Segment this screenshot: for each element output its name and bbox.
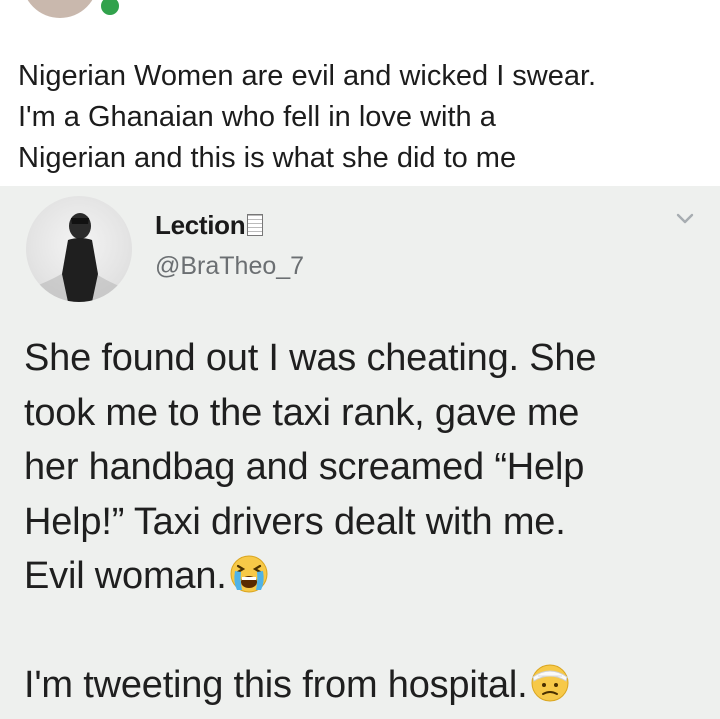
caption-line: Nigerian and this is what she did to me [18, 142, 517, 174]
tweet-handle[interactable]: @BraTheo_7 [155, 252, 304, 281]
tweet-line-with-emoji: I'm tweeting this from hospital. [24, 658, 714, 713]
face-with-head-bandage-icon [531, 664, 569, 702]
tweet-line: her handbag and screamed “Help [24, 446, 585, 488]
tweet-line: She found out I was cheating. She [24, 337, 597, 379]
tweet-avatar[interactable] [26, 196, 132, 302]
loudly-crying-face-icon [230, 555, 268, 593]
online-status-icon [98, 0, 122, 18]
caption-line: Nigerian Women are evil and wicked I swe… [18, 60, 597, 92]
poster-avatar[interactable] [22, 0, 98, 18]
missing-glyph-icon [247, 214, 264, 236]
caption-line: I'm a Ghanaian who fell in love with a [18, 101, 496, 133]
post-caption: Nigerian Women are evil and wicked I swe… [18, 56, 708, 179]
tweet-line: took me to the taxi rank, gave me [24, 391, 580, 434]
person-silhouette-icon [34, 213, 124, 302]
tweet-display-name[interactable]: Lection [155, 210, 264, 241]
display-name-text: Lection [155, 210, 246, 240]
tweet-line [24, 604, 714, 659]
tweet-line-with-emoji: Evil woman. [24, 549, 714, 604]
tweet-screenshot: Lection @BraTheo_7 She found out I was c… [0, 186, 720, 719]
tweet-text: She found out I was cheating. She took m… [24, 331, 714, 713]
tweet-line: I'm tweeting this from hospital. [24, 664, 528, 706]
tweet-line: Help!” Taxi drivers dealt with me. [24, 500, 566, 543]
chevron-down-icon[interactable] [676, 213, 694, 225]
tweet-line: Evil woman. [24, 555, 227, 597]
